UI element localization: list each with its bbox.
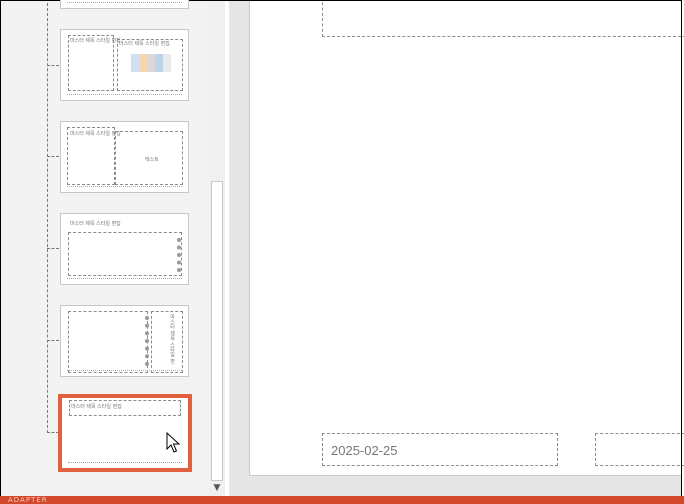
thumb-footer [67, 370, 182, 374]
slide-canvas[interactable]: 2025-02-25 [249, 0, 684, 476]
date-text: 2025-02-25 [331, 443, 398, 458]
date-placeholder[interactable]: 2025-02-25 [322, 433, 558, 466]
thumb-vertical-title: 마스터 제목 스타일 편 [169, 314, 175, 364]
slide-thumbnail-5[interactable]: 마스터 제목 스타일 편 [60, 305, 189, 377]
thumb-title: 마스터 제목 스타일 편집 [70, 38, 121, 44]
footer-placeholder[interactable] [595, 433, 684, 466]
thumb-title: 마스터 제목 스타일 편집 [70, 221, 121, 227]
thumb-content-title: 마스터 제목 스타일 편집 [119, 41, 170, 47]
scroll-down-arrow-icon[interactable]: ▼ [211, 481, 223, 495]
thumb-placeholder [151, 311, 183, 373]
scrollbar-thumb[interactable] [211, 181, 223, 481]
thumbnails-scrollbar[interactable]: ▼ [209, 1, 225, 496]
thumb-footer [67, 186, 182, 190]
status-text: ADAPTER [8, 496, 48, 504]
thumb-vertical-text [125, 316, 149, 366]
tree-tick [47, 340, 59, 341]
thumb-footer [68, 462, 182, 466]
thumb-footer [67, 278, 182, 282]
tree-tick [47, 248, 59, 249]
thumb-footer [67, 2, 182, 6]
tree-tick [47, 65, 59, 66]
slide-thumbnail-4[interactable]: 마스터 제목 스타일 편집 [60, 213, 189, 285]
title-placeholder[interactable] [322, 0, 684, 37]
thumb-footer [67, 94, 182, 98]
thumb-title: 마스터 제목 스타일 편집 [71, 404, 122, 410]
mouse-cursor-icon [166, 432, 180, 453]
slide-thumbnails-pane: 마스터 제목 스타일 편집 마스터 제목 스타일 편집 마스터 제목 스타일 편… [1, 0, 209, 496]
thumb-content: 텍스트 [145, 157, 159, 163]
thumb-chart [131, 54, 171, 72]
slide-thumbnail-2[interactable]: 마스터 제목 스타일 편집 마스터 제목 스타일 편집 [60, 29, 189, 101]
tree-tick [47, 156, 59, 157]
thumb-vertical-text [151, 238, 181, 272]
thumb-title: 마스터 제목 스타일 편집 [70, 131, 121, 137]
tree-connector [47, 3, 48, 433]
status-bar: ADAPTER [0, 496, 684, 504]
slide-thumbnail-3[interactable]: 마스터 제목 스타일 편집 텍스트 [60, 121, 189, 193]
slide-thumbnail-1[interactable] [60, 0, 189, 9]
